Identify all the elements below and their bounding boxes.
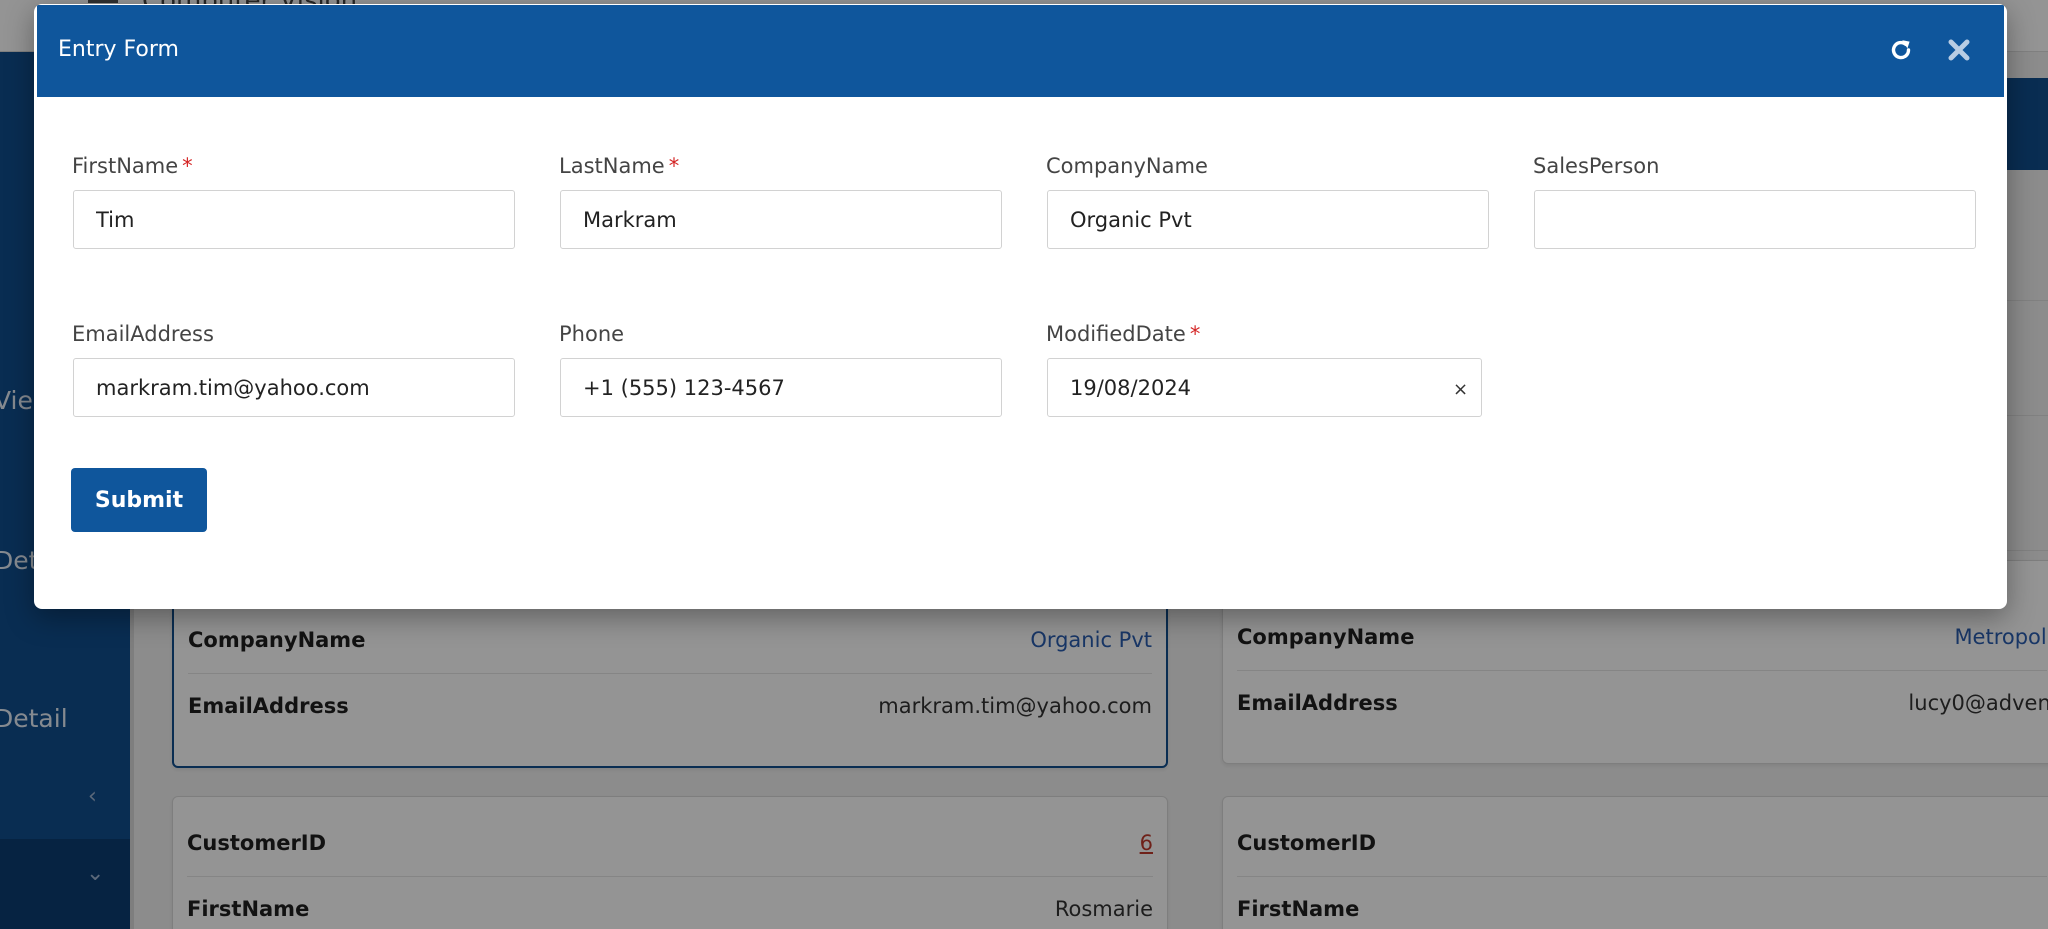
sales-person-label: SalesPerson (1533, 154, 1660, 178)
email-field: EmailAddress (72, 322, 515, 417)
required-marker: * (182, 154, 193, 178)
refresh-icon (1891, 40, 1911, 60)
sales-person-field: SalesPerson (1533, 154, 1976, 249)
modified-date-field: ModifiedDate* × (1046, 322, 1489, 417)
required-marker: * (668, 154, 680, 178)
first-name-field: FirstName * (72, 154, 515, 249)
modified-date-input[interactable] (1047, 358, 1482, 417)
first-name-input[interactable] (73, 190, 515, 249)
phone-field: Phone (559, 322, 1002, 417)
email-input[interactable] (73, 358, 515, 417)
dialog-header: Entry Form (37, 5, 2004, 97)
required-marker: * (1189, 322, 1201, 346)
email-label: EmailAddress (72, 322, 214, 346)
close-icon (1948, 39, 1970, 61)
last-name-field: LastName * (559, 154, 1002, 249)
entry-form-dialog: Entry Form FirstName* LastName* CompanyN… (34, 4, 2007, 609)
close-button[interactable] (1940, 31, 1978, 69)
last-name-input[interactable] (560, 190, 1002, 249)
clear-date-button[interactable]: × (1453, 379, 1468, 400)
company-name-field: CompanyName (1046, 154, 1489, 249)
company-name-label: CompanyName (1046, 154, 1208, 178)
modified-date-label: ModifiedDate * (1046, 322, 1201, 346)
first-name-label: FirstName * (72, 154, 193, 178)
phone-label: Phone (559, 322, 625, 346)
submit-button[interactable]: Submit (71, 468, 207, 532)
phone-input[interactable] (560, 358, 1002, 417)
last-name-label: LastName * (559, 154, 680, 178)
company-name-input[interactable] (1047, 190, 1489, 249)
dialog-title: Entry Form (58, 37, 179, 62)
sales-person-input[interactable] (1534, 190, 1976, 249)
refresh-button[interactable] (1882, 31, 1920, 69)
